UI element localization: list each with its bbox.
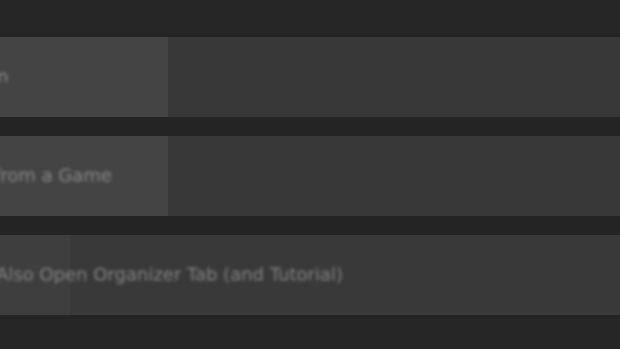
menu-row-3[interactable]: Also Open Organizer Tab (and Tutorial) bbox=[0, 235, 620, 315]
top-bar bbox=[0, 0, 620, 33]
menu-row-3-label-cell: Also Open Organizer Tab (and Tutorial) bbox=[0, 235, 343, 315]
menu-row-3-label: Also Open Organizer Tab (and Tutorial) bbox=[0, 264, 343, 286]
menu-row-1-label: en bbox=[0, 66, 9, 88]
menu-row-2[interactable]: from a Game bbox=[0, 136, 620, 216]
menu-row-1-label-cell: en bbox=[0, 37, 168, 117]
bottom-strip bbox=[0, 319, 620, 349]
menu-row-2-label: from a Game bbox=[0, 165, 112, 187]
menu-row-1[interactable]: en bbox=[0, 37, 620, 117]
menu-row-2-label-cell: from a Game bbox=[0, 136, 168, 216]
settings-screen: en from a Game Also Open Organizer Tab (… bbox=[0, 0, 620, 349]
